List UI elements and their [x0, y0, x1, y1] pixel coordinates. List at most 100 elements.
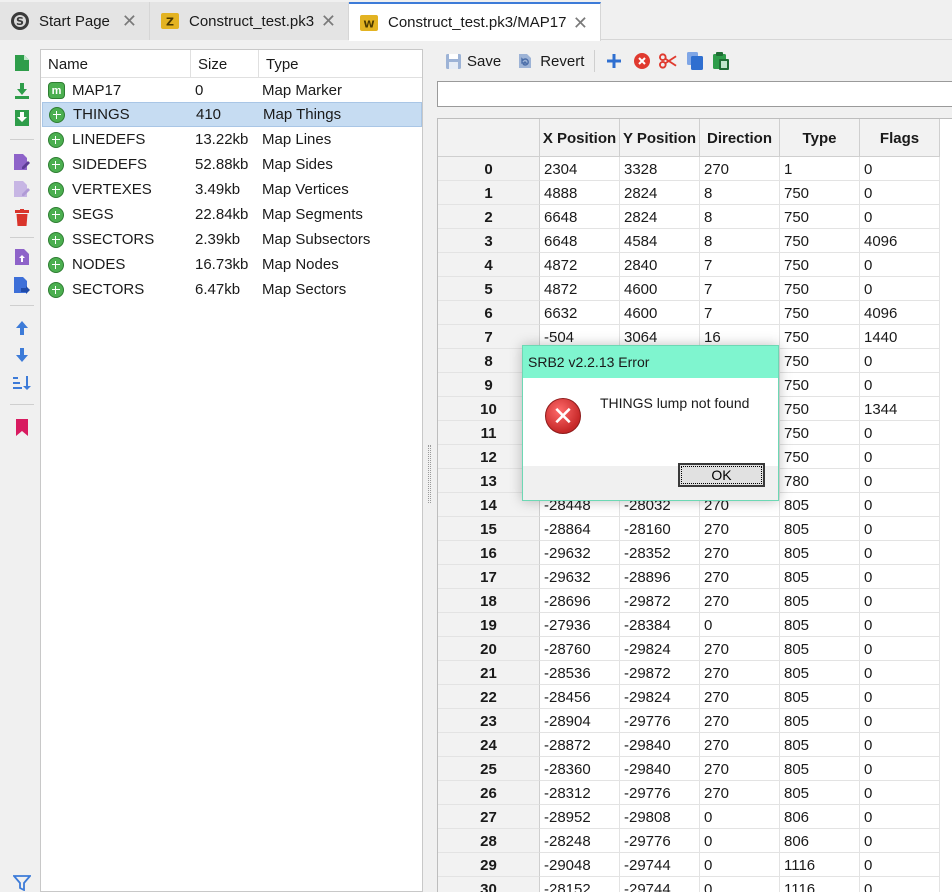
table-cell[interactable]: 806	[780, 805, 860, 829]
table-cell[interactable]: 7	[700, 301, 780, 325]
table-cell[interactable]: 750	[780, 373, 860, 397]
entry-row-ssectors[interactable]: SSECTORS 2.39kb Map Subsectors	[42, 227, 422, 252]
table-cell[interactable]: 4600	[620, 301, 700, 325]
table-cell[interactable]: 0	[860, 541, 940, 565]
move-up-icon[interactable]	[12, 318, 32, 338]
row-header[interactable]: 21	[438, 661, 540, 685]
entry-row-sectors[interactable]: SECTORS 6.47kb Map Sectors	[42, 277, 422, 302]
tab-construct-pk3[interactable]: Z Construct_test.pk3 ✕	[150, 2, 349, 40]
table-cell[interactable]: 0	[860, 877, 940, 892]
table-cell[interactable]: 805	[780, 589, 860, 613]
table-cell[interactable]: 805	[780, 757, 860, 781]
panel-splitter[interactable]	[428, 445, 431, 503]
table-cell[interactable]: 750	[780, 325, 860, 349]
table-cell[interactable]: 750	[780, 301, 860, 325]
table-cell[interactable]: 8	[700, 229, 780, 253]
table-cell[interactable]: 1116	[780, 877, 860, 892]
table-row[interactable]: 21 -28536 -29872 270 805 0	[438, 661, 940, 685]
column-header-name[interactable]: Name	[41, 50, 191, 78]
table-cell[interactable]: 4872	[540, 253, 620, 277]
entry-row-nodes[interactable]: NODES 16.73kb Map Nodes	[42, 252, 422, 277]
table-cell[interactable]: 805	[780, 733, 860, 757]
table-cell[interactable]: -29776	[620, 709, 700, 733]
delete-icon[interactable]	[12, 207, 32, 227]
table-cell[interactable]: -28696	[540, 589, 620, 613]
table-cell[interactable]: 0	[860, 853, 940, 877]
table-cell[interactable]: -28952	[540, 805, 620, 829]
table-cell[interactable]: 0	[860, 349, 940, 373]
row-header[interactable]: 25	[438, 757, 540, 781]
table-cell[interactable]: -29840	[620, 733, 700, 757]
row-header[interactable]: 29	[438, 853, 540, 877]
table-cell[interactable]: 0	[860, 565, 940, 589]
row-header[interactable]: 1	[438, 181, 540, 205]
row-header[interactable]: 26	[438, 781, 540, 805]
row-header[interactable]: 2	[438, 205, 540, 229]
table-cell[interactable]: 270	[700, 589, 780, 613]
row-header[interactable]: 24	[438, 733, 540, 757]
table-cell[interactable]: 750	[780, 349, 860, 373]
table-row[interactable]: 0 2304 3328 270 1 0	[438, 157, 940, 181]
table-cell[interactable]: -29776	[620, 829, 700, 853]
sort-icon[interactable]	[12, 373, 32, 393]
save-button[interactable]: Save	[444, 49, 501, 73]
entry-row-things[interactable]: THINGS 410 Map Things	[42, 102, 422, 127]
table-cell[interactable]: 805	[780, 709, 860, 733]
filter-input[interactable]	[437, 81, 952, 107]
table-cell[interactable]: 0	[860, 781, 940, 805]
add-row-button[interactable]	[605, 49, 623, 73]
table-cell[interactable]: 270	[700, 661, 780, 685]
table-cell[interactable]: 805	[780, 661, 860, 685]
table-cell[interactable]: 0	[860, 253, 940, 277]
row-header[interactable]: 19	[438, 613, 540, 637]
table-cell[interactable]: 1344	[860, 397, 940, 421]
table-row[interactable]: 2 6648 2824 8 750 0	[438, 205, 940, 229]
table-row[interactable]: 20 -28760 -29824 270 805 0	[438, 637, 940, 661]
row-header[interactable]: 23	[438, 709, 540, 733]
row-header[interactable]: 20	[438, 637, 540, 661]
table-cell[interactable]: 750	[780, 181, 860, 205]
table-cell[interactable]: 7	[700, 277, 780, 301]
column-header-type[interactable]: Type	[780, 119, 860, 157]
table-row[interactable]: 3 6648 4584 8 750 4096	[438, 229, 940, 253]
table-cell[interactable]: 0	[860, 517, 940, 541]
table-row[interactable]: 15 -28864 -28160 270 805 0	[438, 517, 940, 541]
table-cell[interactable]: 4096	[860, 301, 940, 325]
table-cell[interactable]: 0	[700, 805, 780, 829]
row-header[interactable]: 6	[438, 301, 540, 325]
table-cell[interactable]: 1440	[860, 325, 940, 349]
table-cell[interactable]: 750	[780, 229, 860, 253]
row-header[interactable]: 27	[438, 805, 540, 829]
table-cell[interactable]: 6632	[540, 301, 620, 325]
table-cell[interactable]: 750	[780, 277, 860, 301]
table-cell[interactable]: 270	[700, 637, 780, 661]
table-cell[interactable]: 4872	[540, 277, 620, 301]
table-corner[interactable]	[438, 119, 540, 157]
table-cell[interactable]: 0	[860, 613, 940, 637]
table-cell[interactable]: 0	[860, 757, 940, 781]
table-cell[interactable]: 1	[780, 157, 860, 181]
table-cell[interactable]: 270	[700, 541, 780, 565]
table-cell[interactable]: 750	[780, 445, 860, 469]
table-cell[interactable]: 750	[780, 421, 860, 445]
table-cell[interactable]: 805	[780, 493, 860, 517]
table-cell[interactable]: -29808	[620, 805, 700, 829]
table-cell[interactable]: 6648	[540, 205, 620, 229]
table-cell[interactable]: -28360	[540, 757, 620, 781]
table-cell[interactable]: 6648	[540, 229, 620, 253]
table-row[interactable]: 18 -28696 -29872 270 805 0	[438, 589, 940, 613]
table-cell[interactable]: 1116	[780, 853, 860, 877]
table-cell[interactable]: -29824	[620, 685, 700, 709]
table-row[interactable]: 30 -28152 -29744 0 1116 0	[438, 877, 940, 892]
column-header-type[interactable]: Type	[259, 50, 422, 78]
table-row[interactable]: 29 -29048 -29744 0 1116 0	[438, 853, 940, 877]
row-header[interactable]: 0	[438, 157, 540, 181]
table-cell[interactable]: 2304	[540, 157, 620, 181]
entry-row-map17[interactable]: m MAP17 0 Map Marker	[42, 78, 422, 103]
table-cell[interactable]: -28352	[620, 541, 700, 565]
delete-row-button[interactable]	[633, 49, 651, 73]
entry-row-linedefs[interactable]: LINEDEFS 13.22kb Map Lines	[42, 127, 422, 152]
table-cell[interactable]: -27936	[540, 613, 620, 637]
table-cell[interactable]: 0	[860, 733, 940, 757]
table-cell[interactable]: 4584	[620, 229, 700, 253]
